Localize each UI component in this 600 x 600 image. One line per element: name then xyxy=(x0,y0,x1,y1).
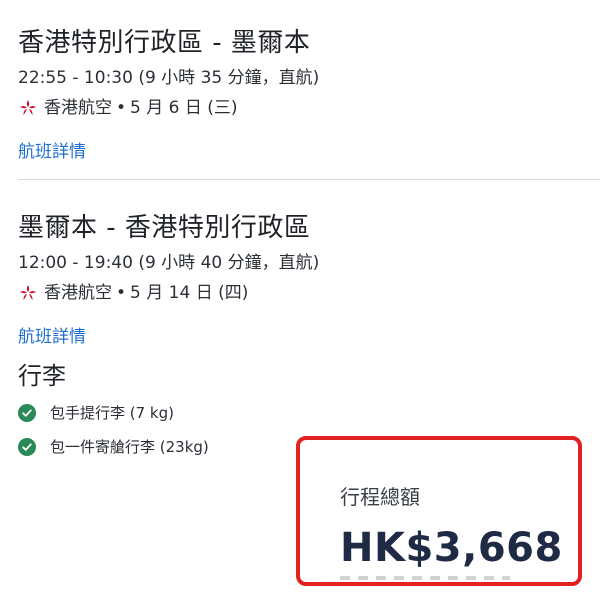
hong-kong-airlines-logo-icon xyxy=(18,98,38,118)
return-times: 12:00 - 19:40 (9 小時 40 分鐘，直航) xyxy=(18,253,320,273)
baggage-item-label: 包手提行李 (7 kg) xyxy=(50,404,174,422)
cropped-subtext xyxy=(340,576,510,580)
baggage-title: 行李 xyxy=(18,362,66,390)
flight-summary-page: 香港特別行政區 - 墨爾本 22:55 - 10:30 (9 小時 35 分鐘，… xyxy=(0,0,600,600)
trip-total-label: 行程總額 xyxy=(340,485,420,509)
outbound-flight-details-link[interactable]: 航班詳情 xyxy=(18,140,86,164)
return-route: 墨爾本 - 香港特別行政區 xyxy=(18,213,311,243)
trip-total-price: HK$3,668 xyxy=(340,525,563,571)
outbound-date: 5 月 6 日 (三) xyxy=(130,98,238,118)
outbound-flight: 香港特別行政區 - 墨爾本 22:55 - 10:30 (9 小時 35 分鐘，… xyxy=(18,26,600,164)
return-flight-details-link[interactable]: 航班詳情 xyxy=(18,325,86,349)
outbound-times: 22:55 - 10:30 (9 小時 35 分鐘，直航) xyxy=(18,68,320,88)
baggage-item-checked: 包一件寄艙行李 (23kg) xyxy=(18,436,209,458)
baggage-section: 行李 包手提行李 (7 kg) 包一件寄艙行李 (23kg) xyxy=(18,360,209,470)
section-divider xyxy=(18,179,600,180)
separator-dot: • xyxy=(116,98,127,118)
separator-dot: • xyxy=(116,283,127,303)
check-circle-icon xyxy=(18,404,36,422)
outbound-route: 香港特別行政區 - 墨爾本 xyxy=(18,28,311,58)
trip-total-box: 行程總額 HK$3,668 xyxy=(296,436,582,586)
outbound-airline-row: 香港航空 • 5 月 6 日 (三) xyxy=(18,96,600,120)
hong-kong-airlines-logo-icon xyxy=(18,283,38,303)
baggage-item-label: 包一件寄艙行李 (23kg) xyxy=(50,438,209,456)
return-airline-row: 香港航空 • 5 月 14 日 (四) xyxy=(18,281,600,305)
return-flight: 墨爾本 - 香港特別行政區 12:00 - 19:40 (9 小時 40 分鐘，… xyxy=(18,211,600,349)
check-circle-icon xyxy=(18,438,36,456)
baggage-item-carry-on: 包手提行李 (7 kg) xyxy=(18,402,209,424)
return-airline-name: 香港航空 xyxy=(44,283,112,303)
return-date: 5 月 14 日 (四) xyxy=(130,283,249,303)
outbound-airline-name: 香港航空 xyxy=(44,98,112,118)
